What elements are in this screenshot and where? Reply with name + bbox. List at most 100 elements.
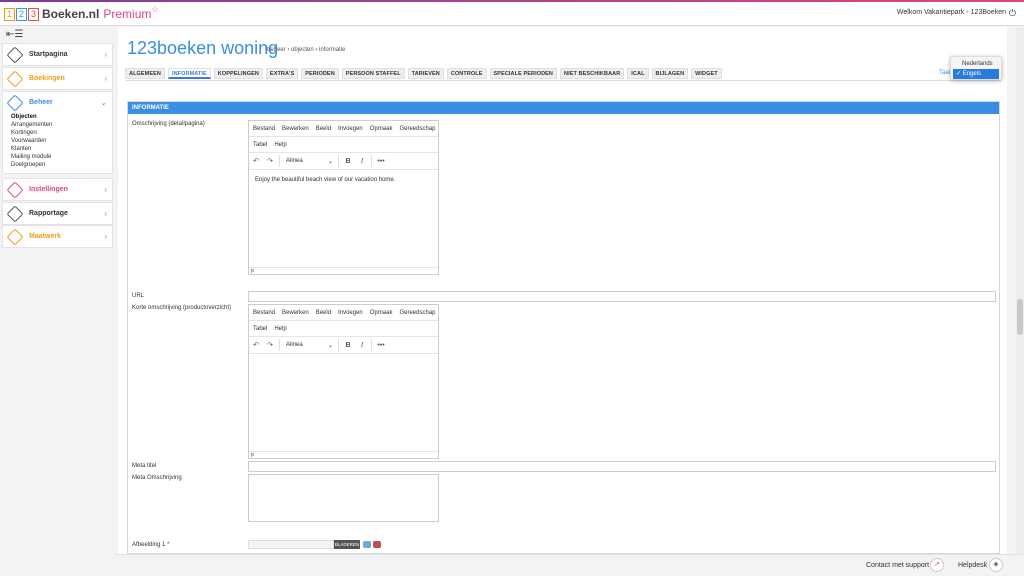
tab-speciale-perioden[interactable]: SPECIALE PERIODEN (489, 68, 557, 79)
meta-omschrijving-textarea[interactable] (248, 474, 439, 522)
sidebar-label: Rapportage (29, 210, 68, 217)
settings-icon (6, 181, 24, 198)
italic-button[interactable]: I (355, 157, 369, 165)
menu-opmaak[interactable]: Opmaak (370, 126, 393, 132)
logo-premium: Premium (103, 7, 152, 21)
scrollbar[interactable] (1016, 27, 1024, 576)
korte-omschrijving-editor[interactable]: Bestand Bewerken Beeld Invoegen Opmaak G… (248, 304, 439, 459)
contact-support-link[interactable]: Contact met support (866, 562, 929, 569)
language-option-engels[interactable]: ✓ Engels (953, 69, 999, 79)
rocket-icon[interactable]: ➚ (930, 558, 944, 572)
welcome-text: Welkom Vakantiepark - 123Boeken (896, 9, 1006, 16)
more-icon[interactable]: ••• (374, 158, 388, 165)
tab-koppelingen[interactable]: KOPPELINGEN (213, 68, 263, 79)
page-title: 123boeken woning (127, 38, 279, 58)
menu-invoegen[interactable]: Invoegen (338, 310, 363, 316)
sidebar-label: Instellingen (29, 186, 68, 193)
menu-gereedschap[interactable]: Gereedschap (399, 310, 435, 316)
submenu-mailing-module[interactable]: Mailing module (11, 153, 112, 161)
meta-titel-label: Meta titel (132, 463, 157, 469)
editor-content[interactable]: Enjoy the beautiful beach view of our va… (249, 170, 438, 190)
language-option-nederlands[interactable]: Nederlands (951, 59, 1001, 69)
menu-beeld[interactable]: Beeld (316, 310, 331, 316)
tab-persoon-staffel[interactable]: PERSOON STAFFEL (341, 68, 405, 79)
submenu-arrangementen[interactable]: Arrangementen (11, 121, 112, 129)
scrollbar-thumb[interactable] (1017, 299, 1023, 335)
editor-content[interactable] (249, 354, 438, 368)
menu-tabel[interactable]: Tabel (253, 142, 267, 148)
redo-icon[interactable]: ↷ (263, 157, 277, 165)
sidebar-item-maatwerk[interactable]: Maatwerk › (2, 225, 113, 248)
delete-image-icon[interactable] (373, 541, 381, 548)
omschrijving-editor[interactable]: Bestand Bewerken Beeld Invoegen Opmaak G… (248, 120, 439, 275)
sidebar-item-startpagina[interactable]: Startpagina › (2, 43, 113, 66)
menu-bewerken[interactable]: Bewerken (282, 310, 309, 316)
submenu-doelgroepen[interactable]: Doelgroepen (11, 161, 112, 169)
tab-extras[interactable]: EXTRA'S (265, 68, 299, 79)
block-format-select[interactable]: Alinea ⌄ (282, 158, 336, 165)
undo-icon[interactable]: ↶ (249, 157, 263, 165)
tab-informatie[interactable]: INFORMATIE (167, 68, 211, 79)
browse-button[interactable]: BLADEREN (334, 540, 360, 549)
tab-perioden[interactable]: PERIODEN (301, 68, 339, 79)
language-label[interactable]: Taal (939, 70, 950, 76)
editor-toolbar: ↶ ↷ Alinea ⌄ B I ••• (249, 153, 438, 170)
italic-button[interactable]: I (355, 341, 369, 349)
more-icon[interactable]: ••• (374, 342, 388, 349)
breadcrumb: beheer › objecten › informatie (267, 47, 346, 53)
afbeelding-1-file-input[interactable] (248, 540, 334, 549)
block-format-value: Alinea (286, 341, 303, 348)
help-icon[interactable]: ◈ (989, 558, 1003, 572)
top-bar: 1 2 3 Boeken.nl Premium ☆ Welkom Vakanti… (0, 2, 1024, 26)
menu-collapse-icon[interactable]: ⇤☰ (6, 29, 23, 40)
chevron-right-icon: › (104, 209, 107, 218)
panel-title: INFORMATIE (128, 102, 999, 114)
url-input[interactable] (248, 291, 996, 302)
chevron-down-icon: ⌄ (100, 98, 107, 107)
block-format-select[interactable]: Alinea ⌄ (282, 342, 336, 349)
submenu-voorwaarden[interactable]: Voorwaarden (11, 137, 112, 145)
menu-opmaak[interactable]: Opmaak (370, 310, 393, 316)
helpdesk-link[interactable]: Helpdesk (958, 562, 987, 569)
menu-beeld[interactable]: Beeld (316, 126, 331, 132)
menu-bewerken[interactable]: Bewerken (282, 126, 309, 132)
logo-box-2: 2 (16, 7, 27, 21)
url-label: URL (132, 293, 145, 299)
menu-tabel[interactable]: Tabel (253, 326, 267, 332)
logo[interactable]: 1 2 3 Boeken.nl Premium ☆ (4, 5, 159, 21)
menu-help[interactable]: Help (274, 142, 286, 148)
tab-widget[interactable]: WIDGET (691, 68, 722, 79)
undo-icon[interactable]: ↶ (249, 341, 263, 349)
tab-ical[interactable]: ICAL (627, 68, 649, 79)
tab-controle[interactable]: CONTROLE (446, 68, 487, 79)
menu-bestand[interactable]: Bestand (253, 126, 275, 132)
redo-icon[interactable]: ↷ (263, 341, 277, 349)
menu-gereedschap[interactable]: Gereedschap (399, 126, 435, 132)
submenu-objecten[interactable]: Objecten (11, 113, 112, 121)
sidebar-item-rapportage[interactable]: Rapportage › (2, 202, 113, 225)
tab-tarieven[interactable]: TARIEVEN (407, 68, 444, 79)
meta-titel-input[interactable] (248, 461, 996, 472)
tab-bijlagen[interactable]: BIJLAGEN (651, 68, 689, 79)
chevron-right-icon: › (104, 50, 107, 59)
menu-help[interactable]: Help (274, 326, 286, 332)
submenu-kortingen[interactable]: Kortingen (11, 129, 112, 137)
bold-button[interactable]: B (341, 158, 355, 165)
sidebar-label: Boekingen (29, 75, 65, 82)
sidebar-item-beheer[interactable]: Beheer ⌄ Objecten Arrangementen Kortinge… (2, 91, 113, 174)
editor-statusbar: p (249, 267, 438, 274)
chevron-right-icon: › (104, 232, 107, 241)
logo-box-1: 1 (4, 7, 15, 21)
submenu-klanten[interactable]: Klanten (11, 145, 112, 153)
manage-icon (6, 94, 24, 111)
menu-bestand[interactable]: Bestand (253, 310, 275, 316)
sidebar-item-boekingen[interactable]: Boekingen › (2, 67, 113, 90)
sidebar-item-instellingen[interactable]: Instellingen › (2, 178, 113, 201)
language-dropdown[interactable]: Nederlands ✓ Engels (950, 56, 1002, 80)
search-image-icon[interactable] (363, 541, 371, 548)
tab-niet-beschikbaar[interactable]: NIET BESCHIKBAAR (560, 68, 625, 79)
tab-algemeen[interactable]: ALGEMEEN (125, 68, 165, 79)
bold-button[interactable]: B (341, 342, 355, 349)
menu-invoegen[interactable]: Invoegen (338, 126, 363, 132)
power-icon[interactable]: ⏻ (1009, 8, 1016, 19)
